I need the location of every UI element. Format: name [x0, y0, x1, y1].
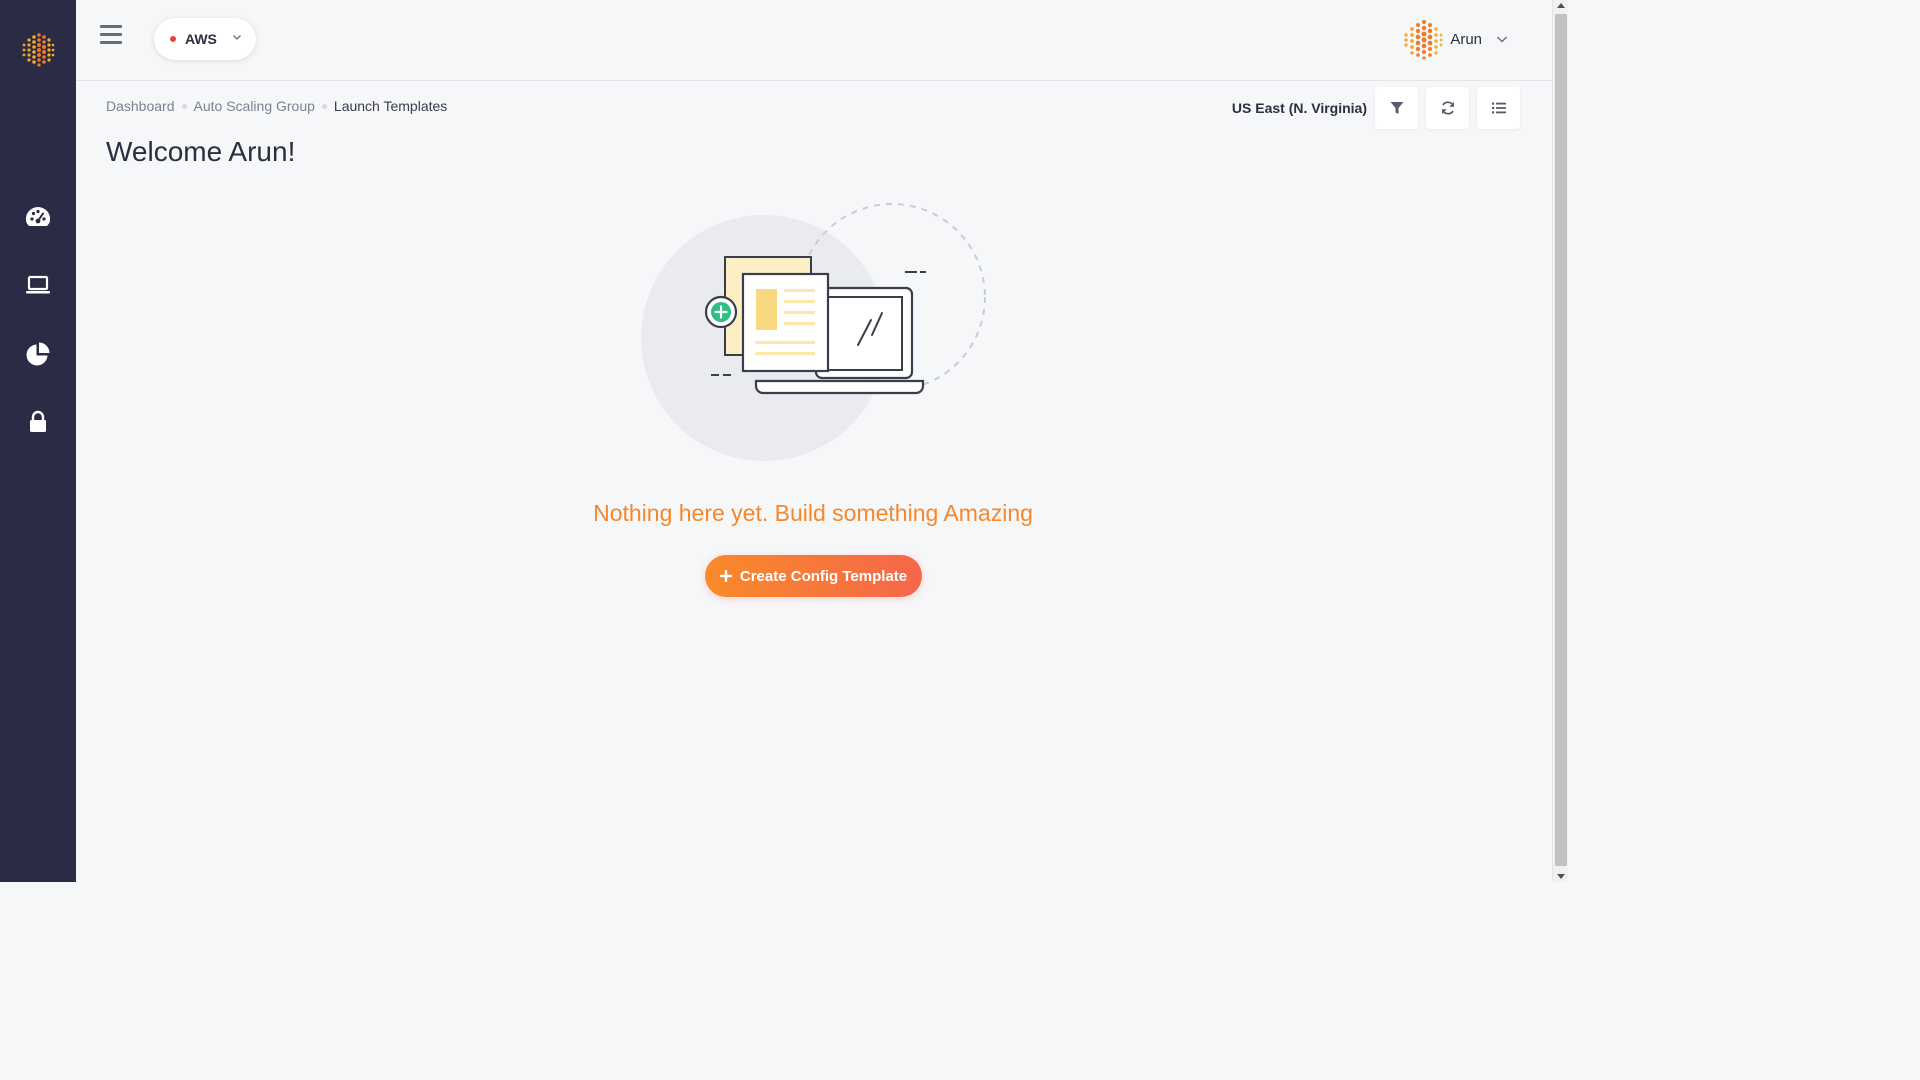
page-title: Welcome Arun!: [106, 136, 296, 167]
cloud-provider-label: AWS: [185, 31, 217, 47]
region-label[interactable]: US East (N. Virginia): [1190, 100, 1367, 116]
scroll-up-arrow-icon[interactable]: [1557, 3, 1565, 8]
filter-icon: [1390, 102, 1403, 114]
filter-button[interactable]: [1375, 87, 1418, 129]
sidebar-item-security[interactable]: [0, 398, 76, 446]
lock-icon: [30, 410, 46, 432]
hamburger-menu-icon[interactable]: [100, 25, 124, 49]
sidebar-item-dashboard[interactable]: [0, 194, 76, 242]
vertical-scrollbar[interactable]: [1552, 0, 1568, 882]
avatar: [1404, 20, 1443, 60]
documents-and-laptop-illustration: [641, 203, 986, 461]
sidebar-item-instances[interactable]: [0, 261, 76, 309]
cloud-provider-select[interactable]: AWS: [154, 18, 256, 60]
breadcrumb-launch-templates: Launch Templates: [333, 98, 448, 114]
empty-state-message: Nothing here yet. Build something Amazin…: [593, 500, 1033, 526]
breadcrumb: Dashboard Auto Scaling Group Launch Temp…: [106, 98, 447, 114]
refresh-icon: [1441, 101, 1454, 115]
user-name: Arun: [1450, 30, 1482, 48]
create-config-template-label: Create Config Template: [739, 567, 908, 585]
sidebar: [0, 0, 76, 882]
breadcrumb-separator: [181, 103, 187, 109]
create-config-template-button[interactable]: Create Config Template: [705, 555, 922, 597]
chevron-down-icon: [1497, 36, 1507, 43]
breadcrumb-dashboard[interactable]: Dashboard: [106, 98, 175, 114]
pie-chart-icon: [26, 342, 50, 366]
speedometer-icon: [25, 206, 51, 226]
scrollbar-thumb[interactable]: [1555, 14, 1567, 866]
breadcrumb-auto-scaling-group[interactable]: Auto Scaling Group: [194, 98, 315, 114]
list-view-button[interactable]: [1477, 87, 1520, 129]
status-dot-icon: [170, 36, 176, 42]
laptop-icon: [26, 275, 50, 294]
top-header: AWS Arun: [76, 0, 1552, 81]
brand-logo-icon[interactable]: [20, 31, 56, 67]
plus-icon: [719, 570, 732, 582]
user-menu[interactable]: Arun: [1402, 18, 1508, 60]
scroll-down-arrow-icon[interactable]: [1557, 874, 1565, 879]
list-view-icon: [1491, 102, 1506, 114]
breadcrumb-separator: [321, 103, 327, 109]
chevron-down-icon: [233, 35, 241, 40]
sidebar-item-reports[interactable]: [0, 330, 76, 378]
refresh-button[interactable]: [1426, 87, 1469, 129]
